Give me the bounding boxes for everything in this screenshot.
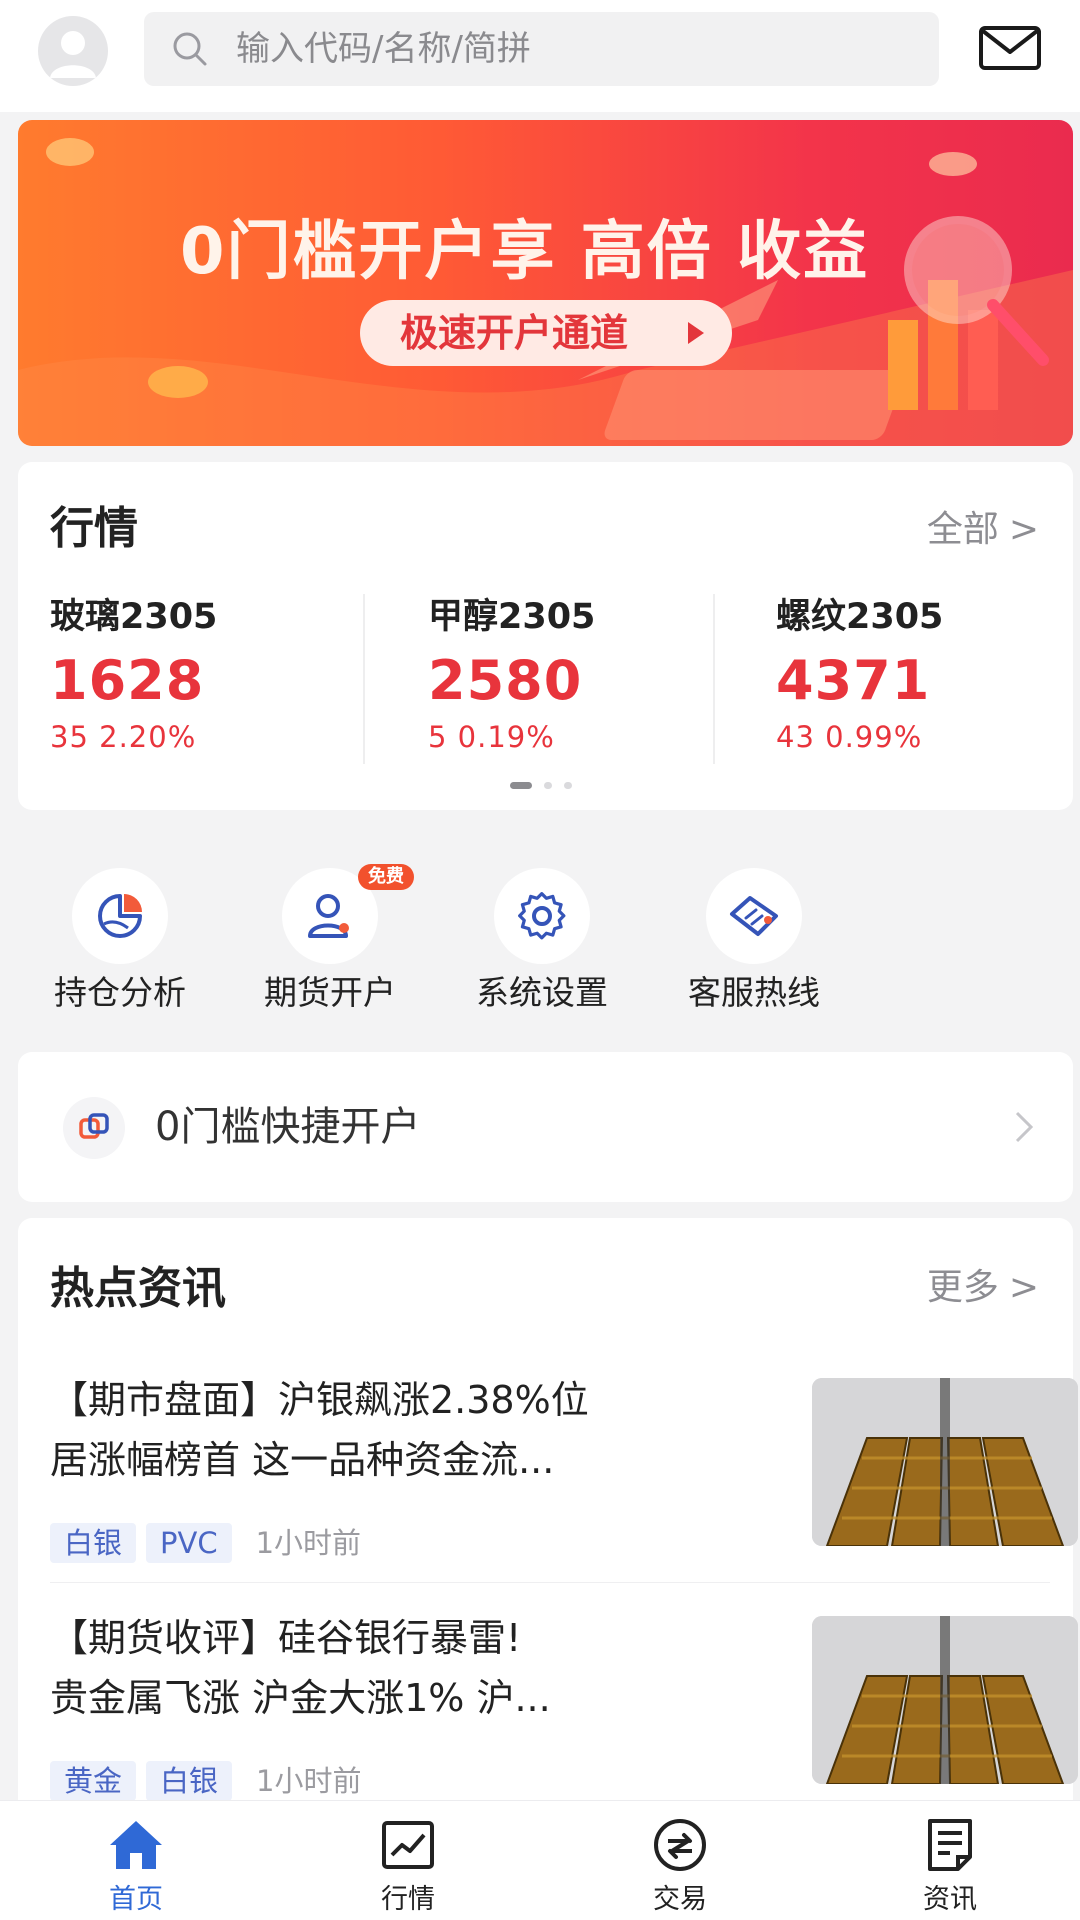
menu-item-futures-account[interactable]: 免费 期货开户 xyxy=(240,864,420,1012)
menu-label: 期货开户 xyxy=(264,973,396,1012)
cta-label: 极速开户通道 xyxy=(400,311,629,355)
divider xyxy=(363,594,365,764)
function-menu: 持仓分析 免费 期货开户 系统设置 客服热线 xyxy=(0,864,1080,1012)
link-icon xyxy=(79,1113,109,1139)
chart-icon xyxy=(382,1821,434,1869)
quote-price: 4371 xyxy=(776,649,931,712)
home-icon xyxy=(110,1821,162,1869)
quote-price: 2580 xyxy=(428,649,583,712)
quote-item[interactable]: 甲醇2305 2580 5 0.19% xyxy=(428,588,758,763)
quote-item[interactable]: 玻璃2305 1628 35 2.20% xyxy=(50,588,380,763)
quote-name: 甲醇2305 xyxy=(428,597,596,637)
indicator-dot xyxy=(564,782,572,789)
hot-news-card: 热点资讯 更多 > 【期市盘面】沪银飙涨2.38%位 居涨幅榜首 这一品种资金流.… xyxy=(18,1218,1078,1818)
search-icon xyxy=(173,32,207,66)
news-tag[interactable]: 白银 xyxy=(146,1761,233,1801)
gold-bars-image xyxy=(812,1378,1078,1546)
free-badge: 免费 xyxy=(358,864,414,890)
menu-icon-circle xyxy=(494,868,590,964)
tab-home[interactable]: 首页 xyxy=(56,1801,216,1920)
news-headline-line: 居涨幅榜首 这一品种资金流... xyxy=(50,1438,555,1482)
menu-icon-circle xyxy=(72,868,168,964)
news-headline-line: 【期市盘面】沪银飙涨2.38%位 xyxy=(50,1378,589,1422)
banner-headline: 0门槛开户享 高倍 收益 xyxy=(180,215,870,289)
pie-chart-icon xyxy=(98,894,142,938)
tab-label: 行情 xyxy=(381,1884,435,1915)
news-time: 1小时前 xyxy=(256,1764,362,1798)
news-tag[interactable]: 白银 xyxy=(50,1523,137,1563)
tab-label: 交易 xyxy=(653,1884,707,1915)
link-icon-circle xyxy=(63,1097,125,1159)
bottom-tab-bar: 首页 行情 交易 资讯 xyxy=(0,1800,1080,1920)
avatar[interactable] xyxy=(38,16,108,86)
news-tag[interactable]: PVC xyxy=(146,1523,232,1563)
quote-change: 35 2.20% xyxy=(50,720,197,754)
quote-name: 玻璃2305 xyxy=(50,597,218,637)
tab-market[interactable]: 行情 xyxy=(328,1801,488,1920)
news-thumbnail xyxy=(812,1378,1078,1546)
news-more-link[interactable]: 更多 > xyxy=(927,1258,1039,1310)
news-title: 热点资讯 xyxy=(50,1263,226,1314)
quote-change: 5 0.19% xyxy=(428,720,555,754)
news-headline: 【期货收评】硅谷银行暴雷! 贵金属飞涨 沪金大涨1% 沪... xyxy=(50,1608,730,1728)
news-headline: 【期市盘面】沪银飙涨2.38%位 居涨幅榜首 这一品种资金流... xyxy=(50,1370,730,1490)
chevron-right-icon xyxy=(1015,1111,1034,1143)
menu-icon-circle xyxy=(706,868,802,964)
top-bar: 输入代码/名称/简拼 xyxy=(0,0,1080,112)
play-arrow-icon xyxy=(688,322,704,344)
indicator-dot-active xyxy=(510,782,532,789)
menu-label: 系统设置 xyxy=(476,973,608,1012)
news-tag[interactable]: 黄金 xyxy=(50,1761,137,1801)
tab-label: 首页 xyxy=(109,1884,163,1915)
quote-change: 43 0.99% xyxy=(776,720,923,754)
news-divider xyxy=(50,1582,1050,1583)
tab-trade[interactable]: 交易 xyxy=(600,1801,760,1920)
tab-label: 资讯 xyxy=(923,1884,977,1915)
news-thumbnail xyxy=(812,1616,1078,1784)
market-all-label: 全部 xyxy=(926,509,999,550)
news-tags: 白银 PVC 1小时前 xyxy=(50,1520,362,1563)
quick-open-label: 0门槛快捷开户 xyxy=(155,1104,421,1150)
user-avatar-icon xyxy=(50,31,96,78)
news-tags: 黄金 白银 1小时前 xyxy=(50,1758,362,1801)
tab-news[interactable]: 资讯 xyxy=(870,1801,1030,1920)
news-time: 1小时前 xyxy=(255,1526,362,1560)
trade-icon xyxy=(654,1819,706,1871)
menu-item-customer-hotline[interactable]: 客服热线 xyxy=(664,868,844,1012)
news-item[interactable]: 【期货收评】硅谷银行暴雷! 贵金属飞涨 沪金大涨1% 沪... 黄金 白银 1小时前 xyxy=(50,1608,1078,1828)
fast-open-account-button[interactable]: 极速开户通道 xyxy=(360,300,732,366)
quote-name: 螺纹2305 xyxy=(776,597,944,637)
menu-item-system-settings[interactable]: 系统设置 xyxy=(452,868,632,1012)
quote-item[interactable]: 螺纹2305 4371 43 0.99% xyxy=(776,588,1080,763)
indicator-dot xyxy=(544,782,552,789)
gear-icon xyxy=(518,892,566,940)
news-icon xyxy=(928,1819,972,1871)
user-add-icon xyxy=(308,894,349,938)
divider xyxy=(713,594,715,764)
market-card: 行情 全部 > 玻璃2305 1628 35 2.20% 甲醇2305 2580 … xyxy=(18,462,1073,810)
quick-open-account-row[interactable]: 0门槛快捷开户 xyxy=(18,1052,1073,1202)
quote-price: 1628 xyxy=(50,649,205,712)
promo-banner[interactable]: 0门槛开户享 高倍 收益 极速开户通道 xyxy=(18,120,1073,446)
menu-label: 持仓分析 xyxy=(54,973,186,1012)
menu-item-position-analysis[interactable]: 持仓分析 xyxy=(30,868,210,1012)
search-input[interactable]: 输入代码/名称/简拼 xyxy=(144,12,939,86)
gold-bars-image xyxy=(812,1616,1078,1784)
news-headline-line: 【期货收评】硅谷银行暴雷! xyxy=(50,1616,522,1660)
menu-label: 客服热线 xyxy=(688,973,820,1012)
market-title: 行情 xyxy=(50,503,138,554)
news-more-label: 更多 xyxy=(926,1267,999,1308)
news-headline-line: 贵金属飞涨 沪金大涨1% 沪... xyxy=(50,1676,551,1720)
mail-icon[interactable] xyxy=(978,24,1042,74)
chevron-right-icon: > xyxy=(1008,509,1039,550)
market-all-link[interactable]: 全部 > xyxy=(927,500,1039,552)
handshake-icon xyxy=(730,896,778,936)
search-placeholder: 输入代码/名称/简拼 xyxy=(236,29,531,69)
chevron-right-icon: > xyxy=(1008,1267,1039,1308)
news-item[interactable]: 【期市盘面】沪银飙涨2.38%位 居涨幅榜首 这一品种资金流... 白银 PVC 1… xyxy=(50,1370,1078,1590)
